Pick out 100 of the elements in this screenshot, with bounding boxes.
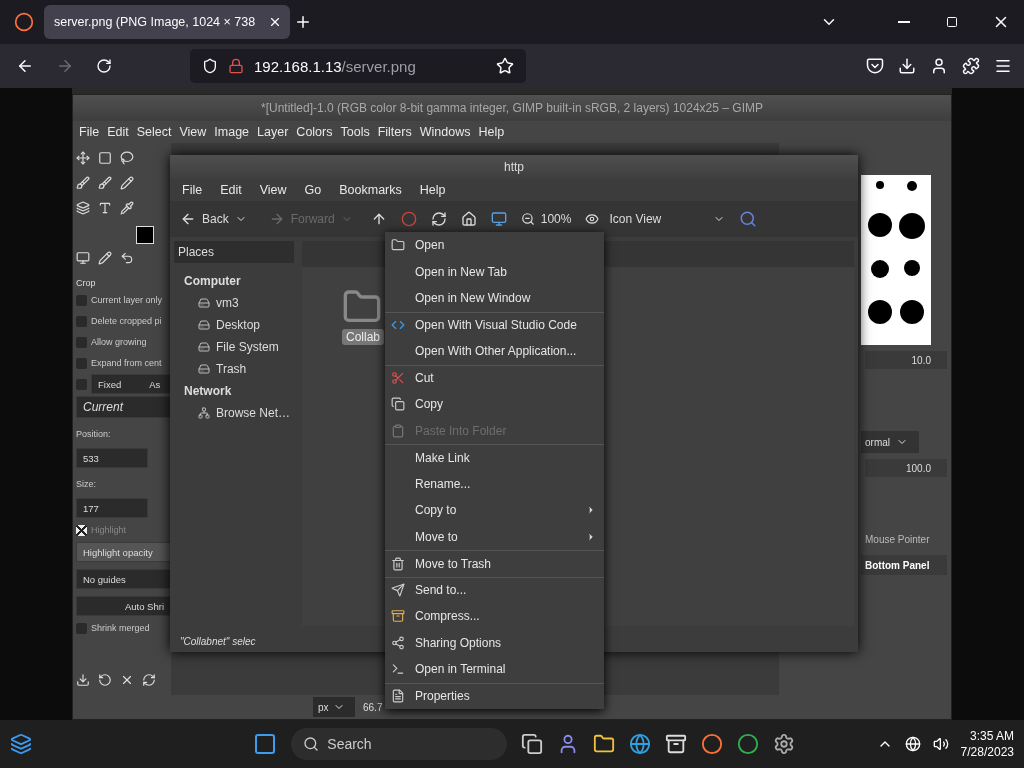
sidebar-item[interactable]: File System <box>174 337 294 357</box>
menu-item[interactable]: Edit <box>103 125 133 139</box>
checkbox[interactable] <box>76 622 87 634</box>
sidebar-item[interactable]: Browse Net… <box>174 403 294 423</box>
widgets-icon[interactable] <box>10 733 32 755</box>
menu-item[interactable]: Copy to <box>385 497 604 524</box>
device-row[interactable]: Mouse Pointer <box>861 529 947 549</box>
sidebar-item[interactable]: Trash <box>174 359 294 379</box>
dropdown[interactable]: No guides <box>76 569 171 589</box>
opacity-field[interactable]: 100.0 <box>865 459 947 477</box>
browser-tab[interactable]: server.png (PNG Image, 1024 × 738 <box>44 5 290 39</box>
checkbox[interactable] <box>76 378 87 390</box>
reload-icon[interactable] <box>430 211 447 227</box>
close-icon[interactable] <box>268 15 282 29</box>
zoom-level: 100% <box>540 212 572 226</box>
menu-item[interactable]: Filters <box>373 125 416 139</box>
stop-icon[interactable] <box>400 211 417 227</box>
dropdown[interactable]: Fixed As <box>91 374 171 394</box>
volume-icon[interactable] <box>932 736 949 752</box>
menu-item[interactable]: View <box>255 183 291 197</box>
menu-item[interactable]: Windows <box>415 125 475 139</box>
url-text: 192.168.1.13/server.png <box>254 57 417 75</box>
download-icon[interactable] <box>898 57 916 75</box>
settings-icon[interactable] <box>773 733 796 755</box>
undo-history-icon <box>120 251 134 265</box>
search-icon[interactable] <box>739 210 758 228</box>
menu-item[interactable]: Image <box>210 125 254 139</box>
task-view-icon[interactable] <box>521 733 544 755</box>
menu-item[interactable]: Colors <box>292 125 337 139</box>
slider-field[interactable]: Highlight opacity <box>76 542 171 562</box>
extensions-icon[interactable] <box>962 57 980 75</box>
folder-icon[interactable] <box>593 733 616 755</box>
back-button[interactable]: Back <box>176 209 251 229</box>
menu-item[interactable]: Layer <box>253 125 293 139</box>
auto-shrink-button[interactable]: Auto Shri <box>76 596 171 616</box>
save-icon <box>76 673 90 687</box>
sidebar-item[interactable]: vm3 <box>174 293 294 313</box>
restore-icon <box>946 16 958 28</box>
clipboard-icon <box>391 423 405 438</box>
menu-item[interactable]: Open in New Window <box>385 285 604 312</box>
folder-icon <box>391 238 405 253</box>
menu-item[interactable]: Copy <box>385 391 604 418</box>
document-icon <box>391 689 405 704</box>
menu-item[interactable]: File <box>178 183 207 197</box>
field-label: Position: <box>76 429 112 439</box>
brush-size-field[interactable]: 10.0 <box>865 351 947 369</box>
menu-item[interactable]: Select <box>132 125 176 139</box>
menu-item[interactable]: Help <box>474 125 509 139</box>
menu-item[interactable]: Sharing Options <box>385 629 604 656</box>
checkbox[interactable] <box>76 524 87 536</box>
menu-item[interactable]: Properties <box>385 682 604 709</box>
number-field[interactable]: 533 <box>76 448 148 468</box>
address-bar[interactable]: 192.168.1.13/server.png <box>190 49 526 83</box>
menu-item[interactable]: Help <box>415 183 450 197</box>
scissors-icon <box>391 371 405 386</box>
clock[interactable]: 3:35 AM 7/28/2023 <box>960 729 1014 759</box>
menu-item[interactable]: Edit <box>216 183 246 197</box>
network-icon[interactable] <box>904 736 921 752</box>
search-field[interactable]: Search <box>291 728 508 760</box>
menu-item[interactable]: Rename... <box>385 470 604 497</box>
menu-item[interactable]: Make Link <box>385 444 604 471</box>
sidebar-header[interactable]: Places <box>174 241 294 263</box>
bookmark-star-icon[interactable] <box>496 57 514 75</box>
minimize-icon <box>898 21 910 23</box>
home-icon[interactable] <box>460 211 477 227</box>
checkbox[interactable] <box>76 294 87 306</box>
menu-item[interactable]: Open in Terminal <box>385 656 604 683</box>
view-dropdown[interactable]: Icon View <box>609 212 700 226</box>
menu-item[interactable]: Tools <box>336 125 374 139</box>
menu-item[interactable]: Open <box>385 232 604 259</box>
checkbox[interactable] <box>76 357 87 369</box>
menu-item[interactable]: File <box>75 125 104 139</box>
menu-item[interactable]: Move to <box>385 523 604 550</box>
menu-icon[interactable] <box>994 57 1012 75</box>
menu-item[interactable]: Open With Visual Studio Code <box>385 311 604 338</box>
unit-dropdown[interactable]: px <box>313 697 355 717</box>
checkbox[interactable] <box>76 336 87 348</box>
panel-title: Crop <box>76 278 97 288</box>
number-field[interactable]: 177 <box>76 498 148 518</box>
color-swatch[interactable] <box>136 226 154 244</box>
menu-item[interactable]: Go <box>300 183 326 197</box>
menu-item[interactable]: Bookmarks <box>335 183 406 197</box>
menu-item[interactable]: Move to Trash <box>385 550 604 577</box>
menu-item[interactable]: Compress... <box>385 603 604 630</box>
menu-item[interactable]: Open in New Tab <box>385 258 604 285</box>
menu-item[interactable]: Send to... <box>385 576 604 603</box>
pocket-icon[interactable] <box>866 57 884 75</box>
checkbox[interactable] <box>76 315 87 327</box>
brush-grid[interactable] <box>861 175 931 345</box>
mode-dropdown[interactable]: ormal <box>861 431 919 453</box>
computer-icon[interactable] <box>490 211 507 227</box>
menu-item[interactable]: View <box>175 125 211 139</box>
sidebar-item[interactable]: Desktop <box>174 315 294 335</box>
menu-item[interactable]: Cut <box>385 364 604 391</box>
text-field[interactable]: Current <box>76 396 171 418</box>
menu-item[interactable]: Open With Other Application... <box>385 338 604 365</box>
zoom-out-icon[interactable] <box>520 212 535 226</box>
device-row[interactable]: Bottom Panel <box>861 555 947 575</box>
folder-label[interactable]: Collab <box>342 329 385 345</box>
account-icon[interactable] <box>930 57 948 75</box>
